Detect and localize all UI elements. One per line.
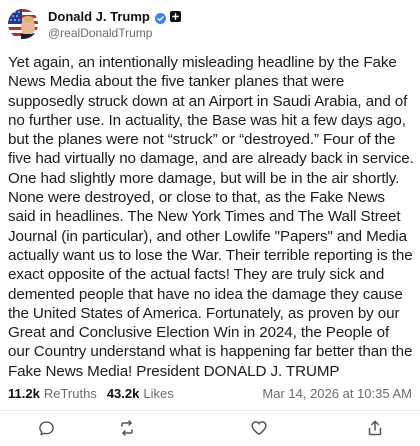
like-button[interactable] bbox=[250, 419, 268, 437]
avatar[interactable] bbox=[8, 9, 38, 39]
retruth-button[interactable] bbox=[118, 419, 136, 437]
author-display-name[interactable]: Donald J. Trump bbox=[48, 9, 150, 24]
author-info: Donald J. Trump @realDonaldTrump bbox=[48, 8, 181, 40]
post-header: Donald J. Trump @realDonaldTrump bbox=[8, 7, 181, 41]
reply-button[interactable] bbox=[37, 419, 55, 437]
divider bbox=[0, 410, 420, 411]
action-bar bbox=[0, 414, 420, 442]
likes-count[interactable]: 43.2k bbox=[107, 386, 140, 401]
comment-icon bbox=[38, 420, 54, 435]
verified-badge-icon bbox=[154, 11, 166, 24]
post-text: Yet again, an intentionally misleading h… bbox=[8, 54, 414, 380]
heart-icon bbox=[251, 421, 267, 435]
share-button[interactable] bbox=[366, 419, 384, 437]
author-handle[interactable]: @realDonaldTrump bbox=[48, 26, 181, 40]
flag-avatar-image bbox=[8, 9, 38, 39]
share-icon bbox=[368, 420, 382, 436]
name-row: Donald J. Trump bbox=[48, 8, 181, 24]
plus-icon bbox=[169, 10, 181, 22]
retruths-count[interactable]: 11.2k bbox=[8, 386, 40, 401]
post-timestamp[interactable]: Mar 14, 2026 at 10:35 AM bbox=[262, 386, 412, 401]
likes-label[interactable]: Likes bbox=[143, 386, 173, 401]
retruths-label[interactable]: ReTruths bbox=[44, 386, 97, 401]
truth-post: Donald J. Trump @realDonaldTrump Yet aga… bbox=[0, 0, 420, 446]
retruth-icon bbox=[121, 420, 133, 436]
post-stats: 11.2k ReTruths 43.2k Likes Mar 14, 2026 … bbox=[8, 386, 412, 401]
